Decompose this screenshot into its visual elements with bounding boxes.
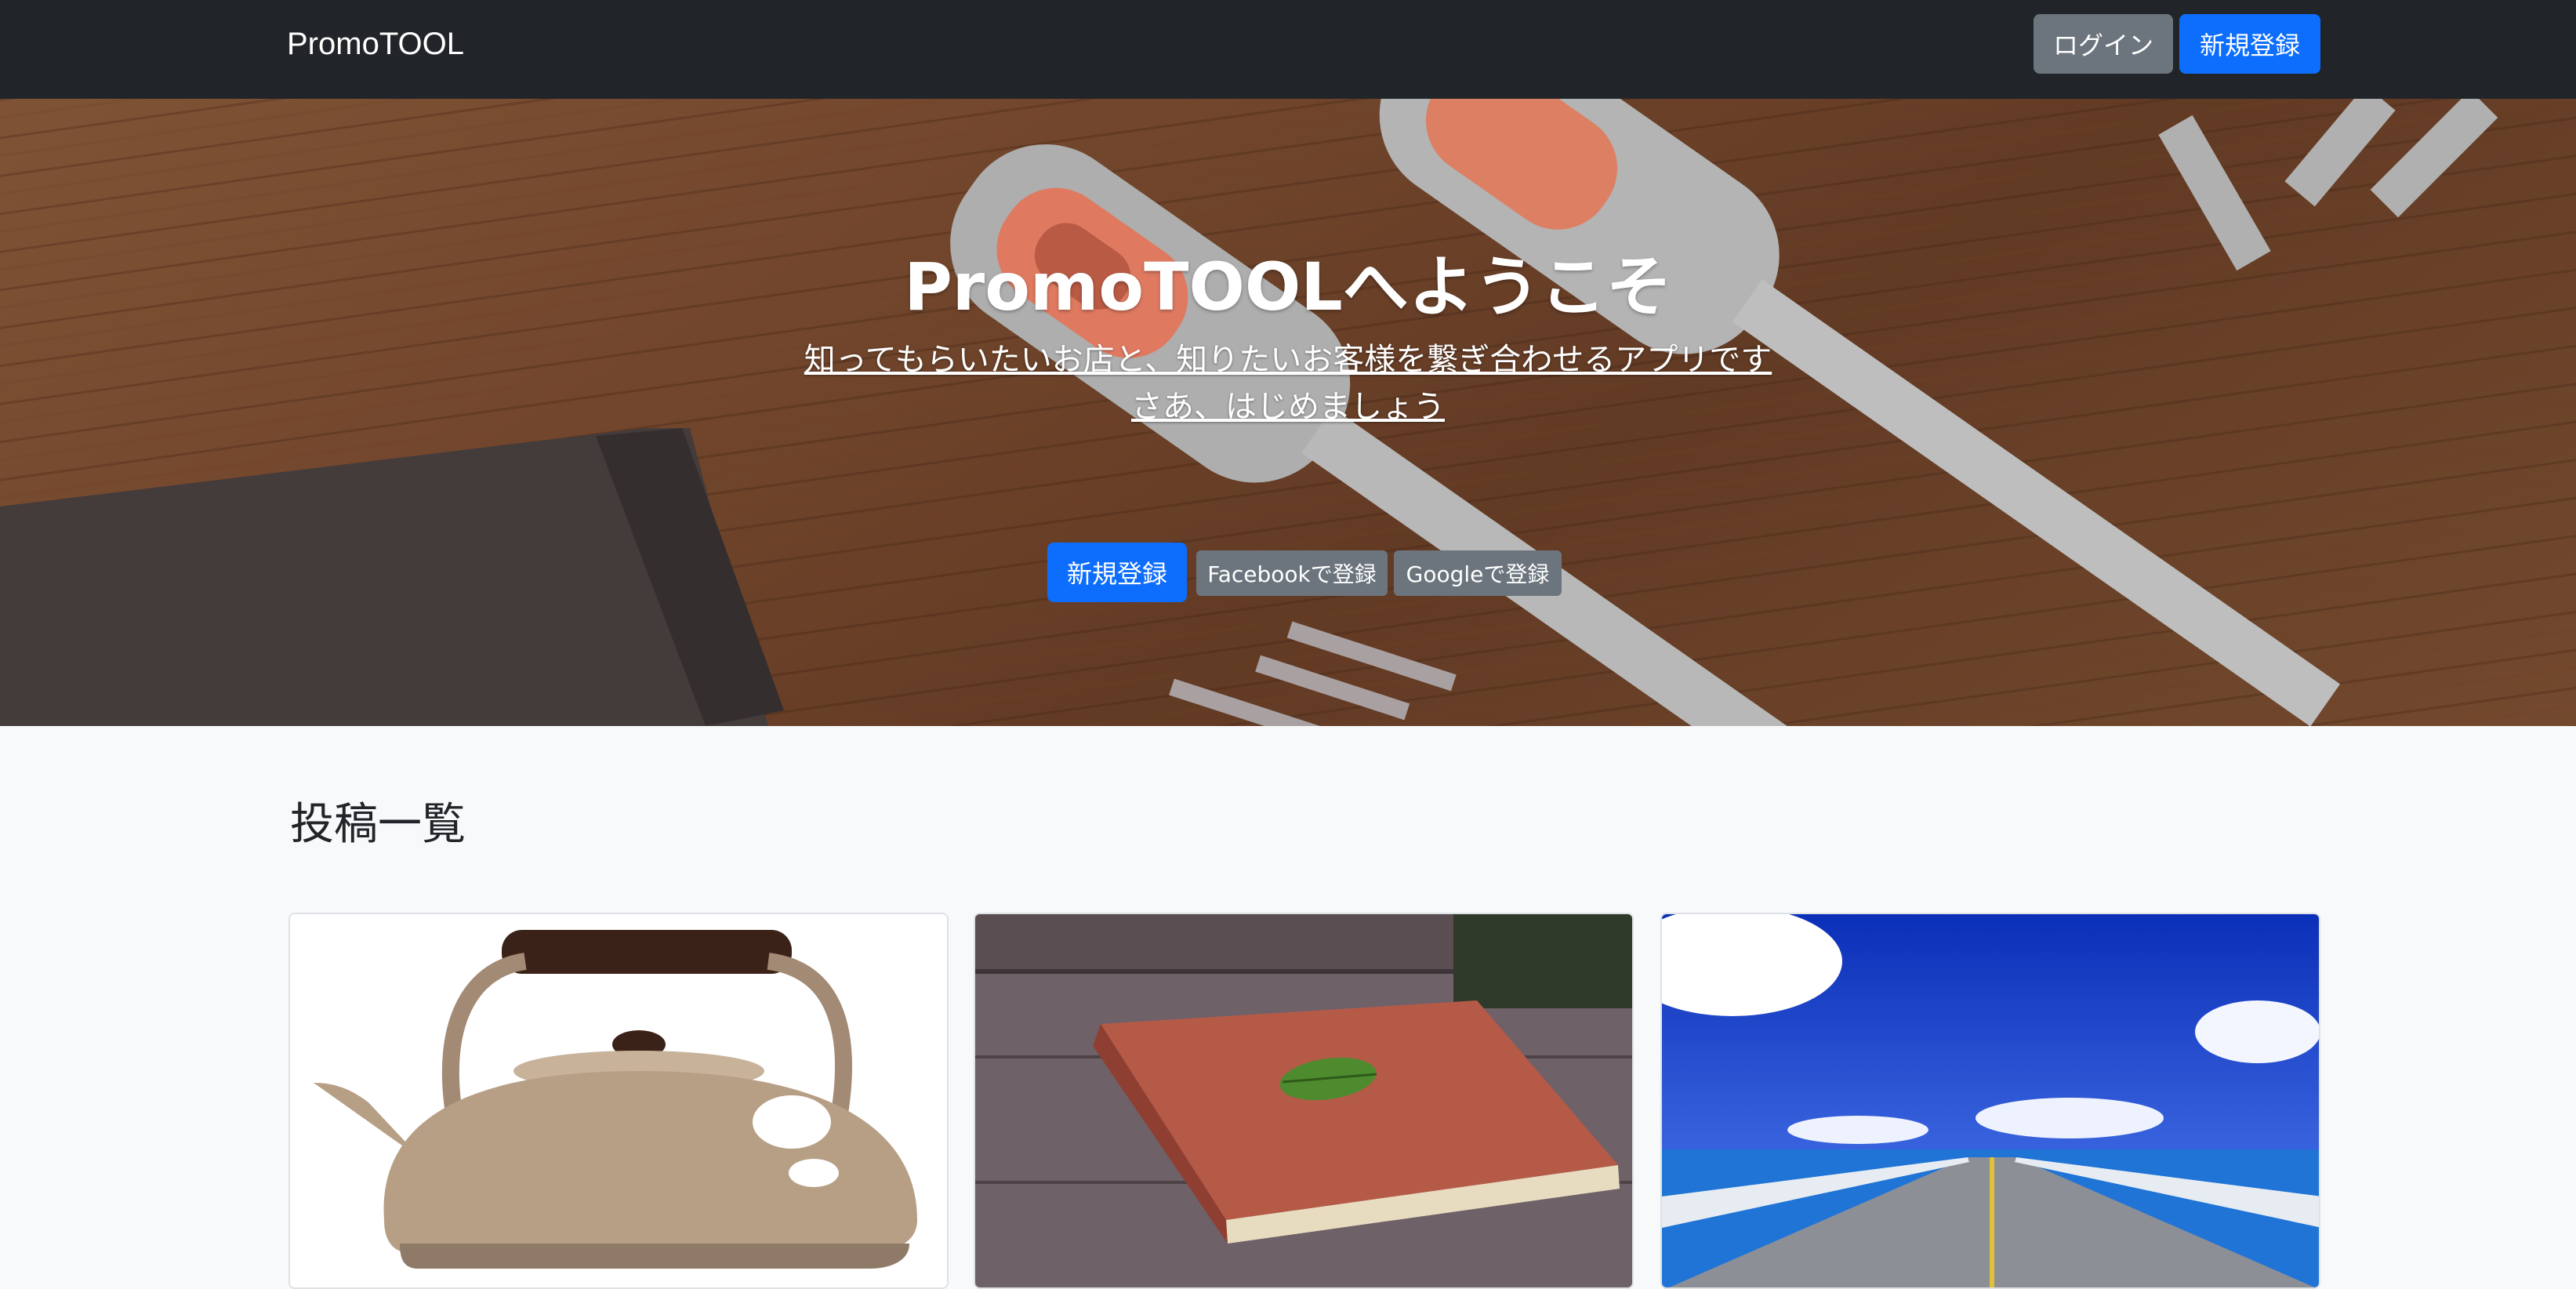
- post-card[interactable]: [974, 913, 1634, 1289]
- post-card[interactable]: [1660, 913, 2320, 1289]
- login-button[interactable]: ログイン: [2034, 14, 2173, 74]
- hero-subtitle-link-2[interactable]: さあ、はじめましょう: [0, 384, 2576, 430]
- hero-signup-button[interactable]: 新規登録: [1047, 543, 1187, 602]
- hero-subtitle-link-1[interactable]: 知ってもらいたいお店と、知りたいお客様を繋ぎ合わせるアプリです: [0, 337, 2576, 383]
- hero-title: PromoTOOLへようこそ: [904, 249, 1672, 325]
- google-signup-button[interactable]: Googleで登録: [1394, 550, 1562, 596]
- post-card[interactable]: [288, 913, 949, 1289]
- hero-banner: PromoTOOLへようこそ 知ってもらいたいお店と、知りたいお客様を繋ぎ合わせ…: [0, 99, 2576, 726]
- posts-heading: 投稿一覧: [290, 799, 466, 850]
- kettle-image: [290, 914, 947, 1287]
- bridge-image: [1662, 914, 2319, 1287]
- book-image: [975, 914, 1632, 1287]
- signup-button[interactable]: 新規登録: [2179, 14, 2320, 74]
- brand-link[interactable]: PromoTOOL: [287, 24, 464, 64]
- navbar: PromoTOOL ログイン 新規登録: [0, 0, 2576, 99]
- facebook-signup-button[interactable]: Facebookで登録: [1196, 550, 1388, 596]
